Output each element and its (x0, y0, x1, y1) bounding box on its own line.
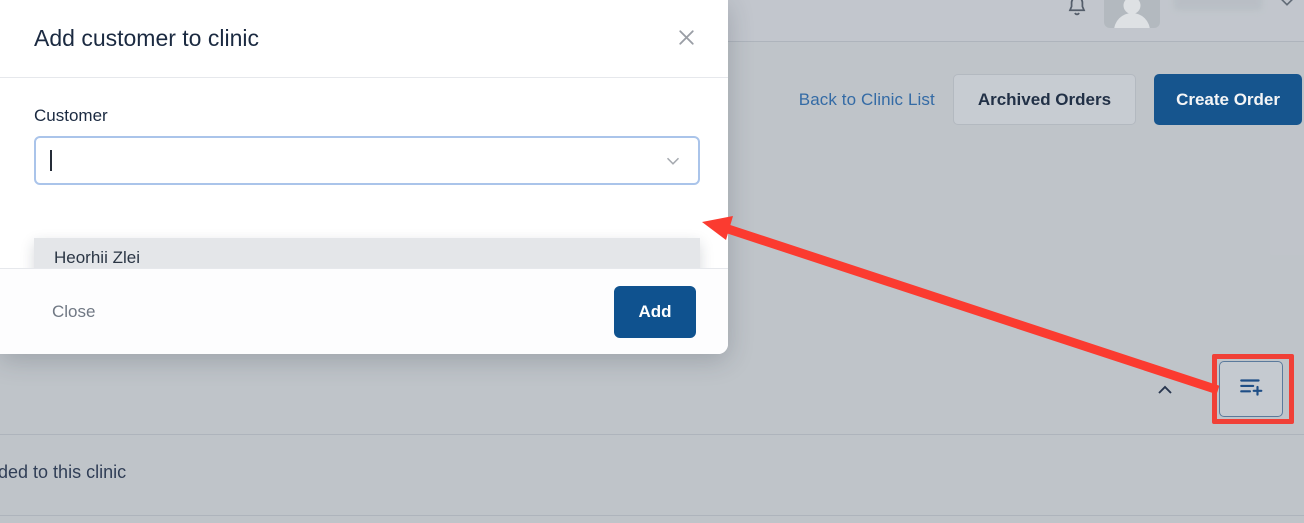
add-button[interactable]: Add (614, 285, 696, 338)
modal-title: Add customer to clinic (34, 25, 259, 51)
customer-select-wrapper (34, 136, 700, 185)
chevron-down-icon[interactable] (662, 150, 684, 172)
add-customer-modal: Add customer to clinic Customer Heorhii … (0, 0, 728, 354)
customer-field-label: Customer (34, 106, 108, 125)
modal-body: Customer (0, 78, 728, 185)
screen: Back to Clinic List Archived Orders Crea… (0, 0, 1304, 523)
customer-select-input[interactable] (34, 136, 700, 185)
close-button[interactable] (666, 19, 706, 59)
close-icon (674, 25, 699, 53)
close-text-button[interactable]: Close (52, 302, 95, 322)
text-caret (50, 150, 52, 171)
modal-header: Add customer to clinic (0, 0, 728, 78)
modal-footer: Close Add (0, 268, 728, 354)
